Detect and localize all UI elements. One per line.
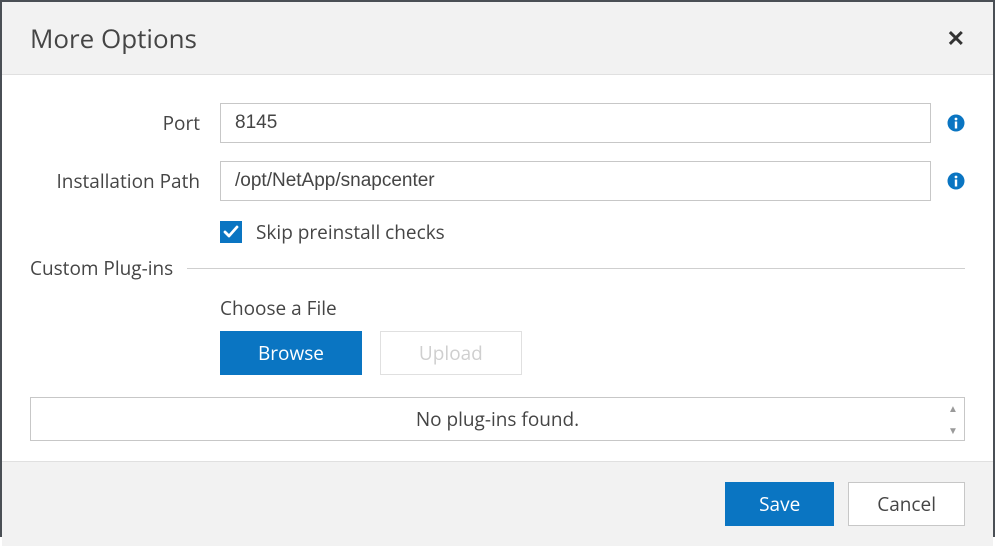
more-options-dialog: More Options ✕ Port Installation Path Sk… [0, 0, 995, 537]
dialog-title: More Options [30, 20, 197, 56]
info-icon[interactable] [947, 114, 965, 132]
upload-button: Upload [380, 331, 522, 375]
plugins-empty-message: No plug-ins found. [416, 406, 579, 432]
info-icon[interactable] [947, 172, 965, 190]
port-label: Port [30, 110, 220, 136]
scrollbar: ▲ ▼ [943, 399, 963, 439]
browse-button[interactable]: Browse [220, 331, 362, 375]
port-row: Port [30, 103, 965, 143]
port-input[interactable] [220, 103, 931, 143]
choose-file-section: Choose a File Browse Upload [220, 295, 965, 375]
dialog-footer: Save Cancel [2, 461, 993, 546]
install-path-input[interactable] [220, 161, 931, 201]
skip-preinstall-row: Skip preinstall checks [220, 219, 965, 245]
install-path-label: Installation Path [30, 168, 220, 194]
scroll-up-icon[interactable]: ▲ [943, 399, 963, 417]
close-icon[interactable]: ✕ [943, 21, 969, 55]
choose-file-label: Choose a File [220, 295, 965, 321]
dialog-body: Port Installation Path Skip preinstall c… [2, 75, 993, 461]
skip-preinstall-checkbox[interactable] [220, 221, 242, 243]
dialog-header: More Options ✕ [2, 2, 993, 75]
custom-plugins-label: Custom Plug-ins [30, 255, 187, 281]
save-button[interactable]: Save [725, 482, 834, 526]
install-path-row: Installation Path [30, 161, 965, 201]
file-button-row: Browse Upload [220, 331, 965, 375]
skip-preinstall-label: Skip preinstall checks [256, 219, 445, 245]
cancel-button[interactable]: Cancel [848, 482, 965, 526]
plugins-listbox[interactable]: No plug-ins found. ▲ ▼ [30, 397, 965, 441]
divider [187, 268, 965, 269]
scroll-down-icon[interactable]: ▼ [943, 421, 963, 439]
custom-plugins-section-header: Custom Plug-ins [30, 255, 965, 281]
